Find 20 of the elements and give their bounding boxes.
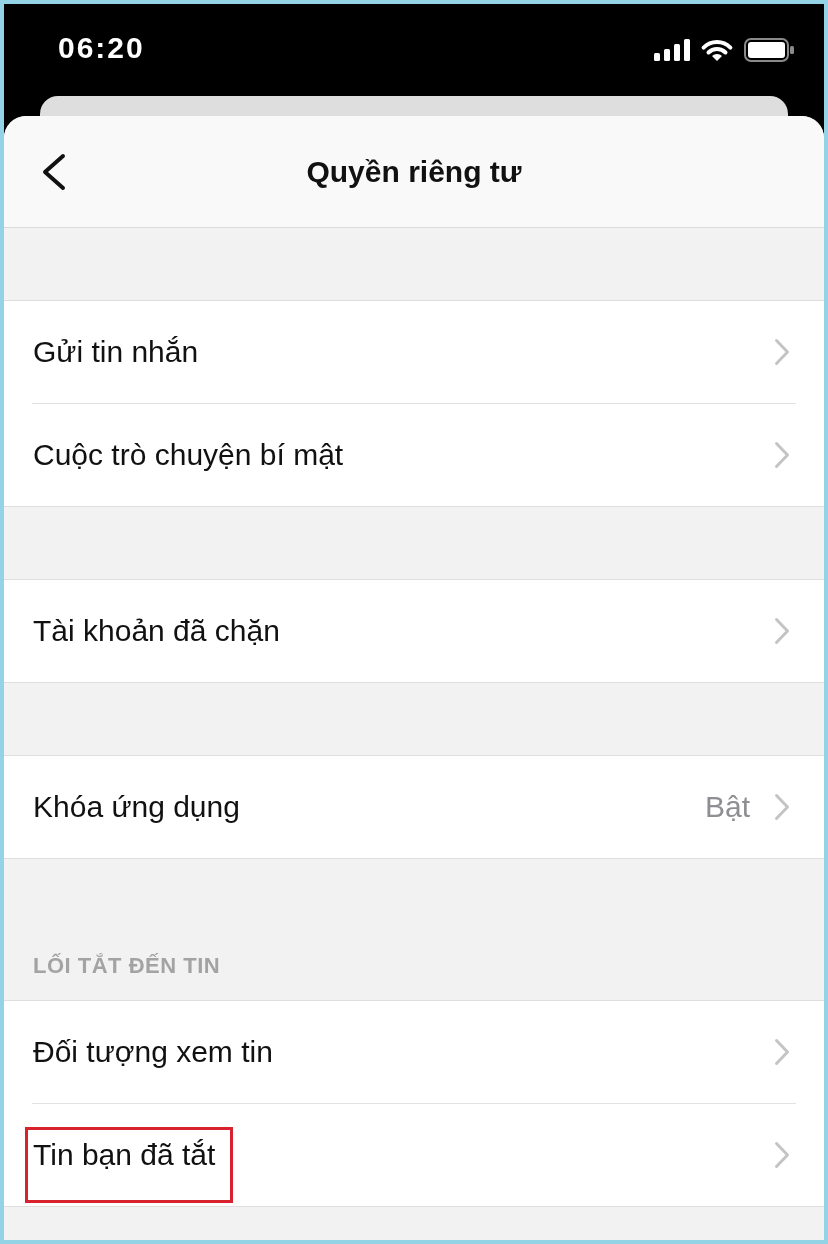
page-title: Quyền riêng tư [306, 153, 522, 190]
chevron-right-icon [774, 793, 790, 821]
wifi-icon [700, 38, 734, 62]
chevron-right-icon [774, 1038, 790, 1066]
row-label: Gửi tin nhắn [33, 334, 199, 370]
chevron-right-icon [774, 441, 790, 469]
chevron-right-icon [774, 617, 790, 645]
section-header: LỐI TẮT ĐẾN TIN [33, 953, 221, 979]
row-value: Bật [704, 789, 750, 825]
battery-icon [744, 38, 794, 62]
back-icon[interactable] [41, 152, 67, 191]
row-label: Tin bạn đã tắt [33, 1137, 216, 1173]
row-label: Khóa ứng dụng [33, 789, 240, 825]
row-label: Cuộc trò chuyện bí mật [33, 437, 344, 473]
row-label: Đối tượng xem tin [33, 1034, 273, 1070]
chevron-right-icon [774, 338, 790, 366]
row-label: Tài khoản đã chặn [33, 613, 280, 649]
signal-icon [654, 39, 690, 61]
status-time: 06:20 [58, 30, 145, 66]
chevron-right-icon [774, 1141, 790, 1169]
